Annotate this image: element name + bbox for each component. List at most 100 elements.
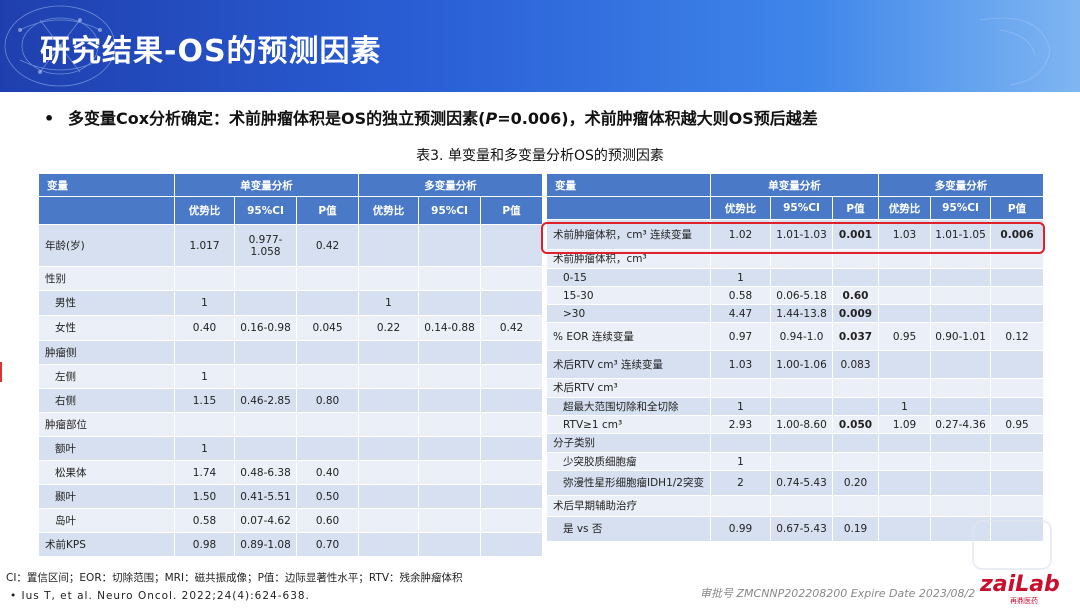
- univariate-hr-cell: 0.97: [710, 322, 771, 351]
- multivariate-p-header: P值: [990, 196, 1045, 220]
- variable-cell: 术后RTV cm³ 连续变量: [546, 350, 711, 379]
- table-row: 是 vs 否 0.99 0.67-5.43 0.19: [546, 516, 1045, 542]
- univariate-hr-cell: [174, 412, 235, 437]
- univariate-ci-cell: [770, 495, 833, 517]
- univariate-hr-cell: 1: [174, 364, 235, 389]
- multivariate-p-cell: [480, 388, 544, 413]
- univariate-hr-cell: 1.50: [174, 484, 235, 509]
- variable-cell: 15-30: [546, 286, 711, 305]
- multivariate-p-cell: [480, 460, 544, 485]
- univariate-ci-cell: 0.06-5.18: [770, 286, 833, 305]
- univariate-hr-cell: [710, 495, 771, 517]
- univariate-hr-cell: 0.58: [174, 508, 235, 533]
- multivariate-hr-cell: [878, 286, 932, 305]
- independent-predictor-highlight-box: [541, 222, 1045, 254]
- variable-cell: 年龄(岁): [38, 224, 175, 267]
- table-row: 术后RTV cm³: [546, 378, 1045, 398]
- univariate-hr-cell: [710, 378, 771, 398]
- univariate-p-cell: [831, 397, 880, 416]
- bullet-dot-icon: •: [44, 109, 55, 128]
- univariate-ci-cell: 1.00-1.06: [770, 350, 833, 379]
- univariate-hr-cell: 1.74: [174, 460, 235, 485]
- univariate-p-cell: 0.60: [295, 508, 360, 533]
- company-logo: zaiLab: [980, 572, 1060, 597]
- variable-subheader: [38, 196, 175, 225]
- multivariate-ci-cell: [418, 532, 482, 557]
- variable-cell: RTV≥1 cm³: [546, 415, 711, 434]
- multivariate-hr-cell: [358, 340, 420, 365]
- multivariate-p-cell: [480, 224, 544, 267]
- multivariate-ci-header: 95%CI: [930, 196, 992, 220]
- multivariate-ci-cell: [930, 378, 992, 398]
- variable-header: 变量: [38, 173, 175, 197]
- table-row: 右侧 1.15 0.46-2.85 0.80: [38, 388, 544, 413]
- univariate-header: 单变量分析: [173, 173, 360, 197]
- multivariate-p-cell: [990, 268, 1045, 287]
- multivariate-hr-cell: [358, 412, 420, 437]
- univariate-ci-cell: [234, 364, 297, 389]
- multivariate-p-cell: [990, 433, 1045, 453]
- left-predictor-table: 变量 单变量分析 多变量分析 优势比 95%CI P值 优势比 95%CI P值…: [38, 173, 544, 557]
- variable-cell: 术后早期辅助治疗: [546, 495, 711, 517]
- multivariate-hr-header: 优势比: [358, 196, 420, 225]
- univariate-hr-cell: 0.98: [174, 532, 235, 557]
- multivariate-hr-cell: [878, 433, 932, 453]
- univariate-hr-cell: 0.40: [174, 315, 235, 341]
- multivariate-p-cell: [990, 378, 1045, 398]
- multivariate-ci-cell: [930, 268, 992, 287]
- multivariate-ci-cell: [930, 452, 992, 471]
- univariate-p-cell: 0.60: [831, 286, 880, 305]
- multivariate-hr-cell: [358, 460, 420, 485]
- table-row: >30 4.47 1.44-13.8 0.009: [546, 304, 1045, 323]
- side-marker: [0, 362, 2, 382]
- univariate-p-cell: [831, 268, 880, 287]
- univariate-ci-cell: [770, 397, 833, 416]
- multivariate-p-cell: [990, 350, 1045, 379]
- multivariate-hr-cell: 0.95: [878, 322, 932, 351]
- univariate-ci-header: 95%CI: [770, 196, 833, 220]
- univariate-hr-cell: 1.017: [174, 224, 235, 267]
- multivariate-ci-header: 95%CI: [418, 196, 482, 225]
- variable-cell: 肿瘤侧: [38, 340, 175, 365]
- univariate-ci-cell: 0.41-5.51: [234, 484, 297, 509]
- table-row: 15-30 0.58 0.06-5.18 0.60: [546, 286, 1045, 305]
- multivariate-ci-cell: [930, 304, 992, 323]
- variable-subheader: [546, 196, 711, 220]
- univariate-ci-cell: 1.00-8.60: [770, 415, 833, 434]
- table-row: 术后早期辅助治疗: [546, 495, 1045, 517]
- table-row: 岛叶 0.58 0.07-4.62 0.60: [38, 508, 544, 533]
- bullet-text-p: P: [485, 109, 498, 128]
- reference-bullet-icon: •: [10, 590, 22, 602]
- multivariate-hr-cell: [878, 378, 932, 398]
- table-caption: 表3. 单变量和多变量分析OS的预测因素: [416, 148, 664, 164]
- table-row: 颞叶 1.50 0.41-5.51 0.50: [38, 484, 544, 509]
- multivariate-hr-cell: [358, 224, 420, 267]
- table-row: 超最大范围切除和全切除 1 1: [546, 397, 1045, 416]
- univariate-hr-cell: 2.93: [710, 415, 771, 434]
- variable-cell: 术前KPS: [38, 532, 175, 557]
- table-row: 性别: [38, 266, 544, 291]
- multivariate-p-cell: [480, 290, 544, 316]
- table-row: 男性 1 1: [38, 290, 544, 316]
- univariate-ci-cell: [770, 268, 833, 287]
- multivariate-header: 多变量分析: [878, 173, 1045, 197]
- univariate-p-cell: [831, 495, 880, 517]
- univariate-hr-cell: [174, 340, 235, 365]
- multivariate-p-header: P值: [480, 196, 544, 225]
- variable-cell: 额叶: [38, 436, 175, 461]
- variable-cell: 是 vs 否: [546, 516, 711, 542]
- multivariate-p-cell: [480, 266, 544, 291]
- univariate-p-cell: [295, 290, 360, 316]
- univariate-hr-cell: [174, 266, 235, 291]
- multivariate-ci-cell: [418, 388, 482, 413]
- univariate-ci-cell: [234, 436, 297, 461]
- multivariate-ci-cell: [930, 470, 992, 496]
- multivariate-p-cell: 0.12: [990, 322, 1045, 351]
- multivariate-ci-cell: [418, 266, 482, 291]
- univariate-ci-cell: 0.89-1.08: [234, 532, 297, 557]
- univariate-hr-cell: 1.03: [710, 350, 771, 379]
- multivariate-hr-cell: 1: [878, 397, 932, 416]
- table-row: 少突胶质细胞瘤 1: [546, 452, 1045, 471]
- variable-cell: 岛叶: [38, 508, 175, 533]
- univariate-hr-cell: 1: [710, 397, 771, 416]
